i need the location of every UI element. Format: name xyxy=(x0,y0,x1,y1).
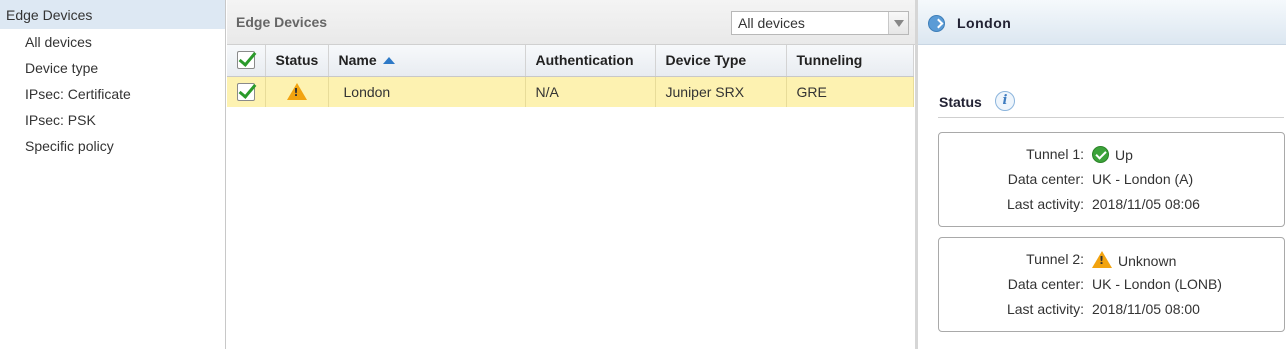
row-authentication: N/A xyxy=(525,76,656,107)
tunnel-card-2: Tunnel 2: Unknown Data center: UK - London… xyxy=(938,237,1285,332)
column-header-tunneling[interactable]: Tunneling xyxy=(786,45,914,77)
detail-title: London xyxy=(957,15,1012,31)
row-status-cell xyxy=(265,76,329,107)
sidebar-item-ipsec-psk[interactable]: IPsec: PSK xyxy=(0,107,225,133)
table-row[interactable]: London N/A Juniper SRX GRE xyxy=(227,76,914,107)
last-activity-label: Last activity: xyxy=(1006,301,1084,317)
tunnel-status-text: Up xyxy=(1115,147,1133,163)
row-checkbox[interactable] xyxy=(236,82,255,101)
expand-panel-icon[interactable] xyxy=(928,15,945,32)
data-center-value: UK - London (LONB) xyxy=(1092,276,1222,292)
data-center-label: Data center: xyxy=(1007,171,1084,187)
sort-ascending-icon xyxy=(382,57,395,65)
sidebar-item-ipsec-certificate[interactable]: IPsec: Certificate xyxy=(0,81,225,107)
column-header-device-type[interactable]: Device Type xyxy=(655,45,787,77)
sidebar-item-all-devices[interactable]: All devices xyxy=(0,29,225,55)
sidebar: Edge Devices All devices Device type IPs… xyxy=(0,0,226,349)
row-name: London xyxy=(328,76,526,107)
row-device-type: Juniper SRX xyxy=(655,76,787,107)
sidebar-item-device-type[interactable]: Device type xyxy=(0,55,225,81)
chevron-down-icon xyxy=(894,20,904,27)
ok-icon xyxy=(1092,146,1109,163)
column-header-name[interactable]: Name xyxy=(328,45,526,77)
tunnel-card-1: Tunnel 1: Up Data center: UK - London (A) … xyxy=(938,132,1285,227)
tunnel-label: Tunnel 1: xyxy=(1026,146,1084,162)
detail-panel: London Status i Tunnel 1: Up Data center:… xyxy=(918,0,1286,349)
sidebar-item-specific-policy[interactable]: Specific policy xyxy=(0,133,225,159)
device-filter-select[interactable]: All devices xyxy=(731,11,909,35)
last-activity-label: Last activity: xyxy=(1006,196,1084,212)
warning-icon xyxy=(286,82,307,100)
column-header-status[interactable]: Status xyxy=(265,45,329,77)
column-header-authentication[interactable]: Authentication xyxy=(525,45,656,77)
warning-icon xyxy=(1092,251,1112,268)
table-header-row: Status Name Authentication Device Type T… xyxy=(227,45,914,77)
select-all-header[interactable] xyxy=(227,45,266,77)
row-tunneling: GRE xyxy=(786,76,914,107)
tunnel-label: Tunnel 2: xyxy=(1026,251,1084,267)
info-icon[interactable]: i xyxy=(995,91,1015,111)
row-checkbox-cell[interactable] xyxy=(227,76,266,107)
tunnel-status: Up xyxy=(1092,146,1133,163)
last-activity-value: 2018/11/05 08:00 xyxy=(1092,301,1200,317)
device-filter-value: All devices xyxy=(738,15,805,31)
tunnel-status-text: Unknown xyxy=(1118,253,1177,269)
device-list-panel: Edge Devices All devices Status Name Aut… xyxy=(227,0,915,349)
detail-header: London xyxy=(918,0,1286,45)
sidebar-header-edge-devices[interactable]: Edge Devices xyxy=(0,0,225,29)
data-center-value: UK - London (A) xyxy=(1092,171,1194,187)
last-activity-value: 2018/11/05 08:06 xyxy=(1092,196,1200,212)
data-center-label: Data center: xyxy=(1007,276,1084,292)
divider xyxy=(938,117,1284,118)
select-all-checkbox[interactable] xyxy=(236,51,255,70)
list-title: Edge Devices xyxy=(236,14,328,30)
list-toolbar: Edge Devices All devices xyxy=(227,0,915,45)
tunnel-status: Unknown xyxy=(1092,251,1176,269)
dropdown-button[interactable] xyxy=(888,12,908,34)
devices-table: Status Name Authentication Device Type T… xyxy=(227,45,914,107)
column-header-name-label: Name xyxy=(338,52,377,69)
status-section-title: Status xyxy=(939,94,982,110)
